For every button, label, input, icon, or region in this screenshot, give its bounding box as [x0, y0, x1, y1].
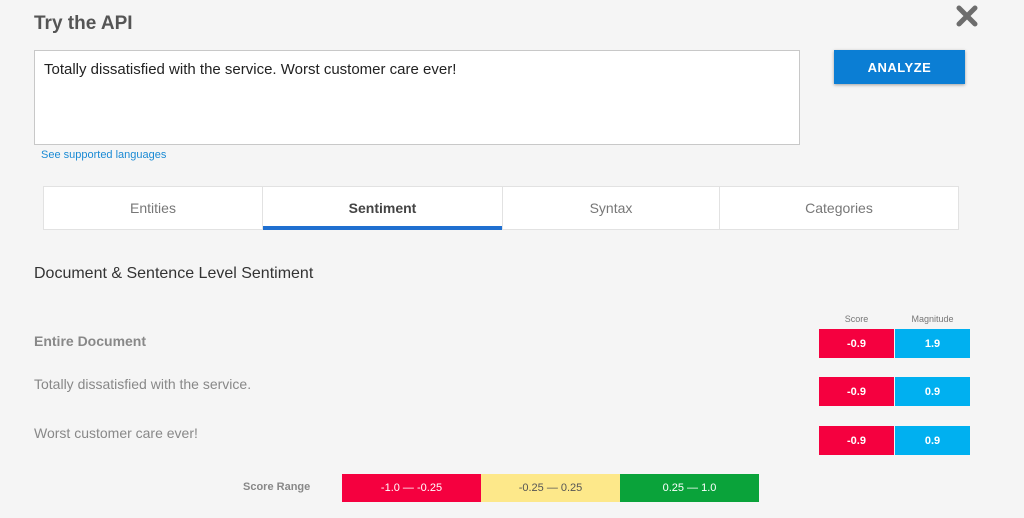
close-icon[interactable]: [954, 3, 980, 29]
analyze-button[interactable]: ANALYZE: [834, 50, 965, 84]
tab-entities[interactable]: Entities: [44, 187, 263, 229]
score-range-bar: -1.0 — -0.25 -0.25 — 0.25 0.25 — 1.0: [342, 474, 759, 502]
score-column-header: Score: [844, 314, 869, 324]
magnitude-column-header: Magnitude: [911, 314, 954, 324]
row-label-entire-document: Entire Document: [34, 333, 147, 349]
score-badge: -0.9: [819, 329, 894, 358]
tab-categories[interactable]: Categories: [720, 187, 958, 229]
supported-languages-link[interactable]: See supported languages: [41, 149, 166, 161]
section-title: Document & Sentence Level Sentiment: [34, 265, 314, 282]
row-label-sentence: Worst customer care ever!: [34, 425, 198, 441]
tab-syntax[interactable]: Syntax: [503, 187, 720, 229]
score-range-negative: -1.0 — -0.25: [342, 474, 481, 502]
magnitude-badge: 0.9: [895, 377, 970, 406]
row-label-sentence: Totally dissatisfied with the service.: [34, 376, 252, 392]
text-input[interactable]: Totally dissatisfied with the service. W…: [34, 50, 800, 145]
score-range-neutral: -0.25 — 0.25: [481, 474, 620, 502]
score-range-label: Score Range: [243, 481, 311, 493]
tab-bar: Entities Sentiment Syntax Categories: [43, 186, 959, 230]
score-badge: -0.9: [819, 426, 894, 455]
magnitude-badge: 1.9: [895, 329, 970, 358]
tab-sentiment[interactable]: Sentiment: [263, 187, 503, 230]
page-title: Try the API: [34, 13, 133, 34]
score-range-positive: 0.25 — 1.0: [620, 474, 759, 502]
score-badge: -0.9: [819, 377, 894, 406]
magnitude-badge: 0.9: [895, 426, 970, 455]
